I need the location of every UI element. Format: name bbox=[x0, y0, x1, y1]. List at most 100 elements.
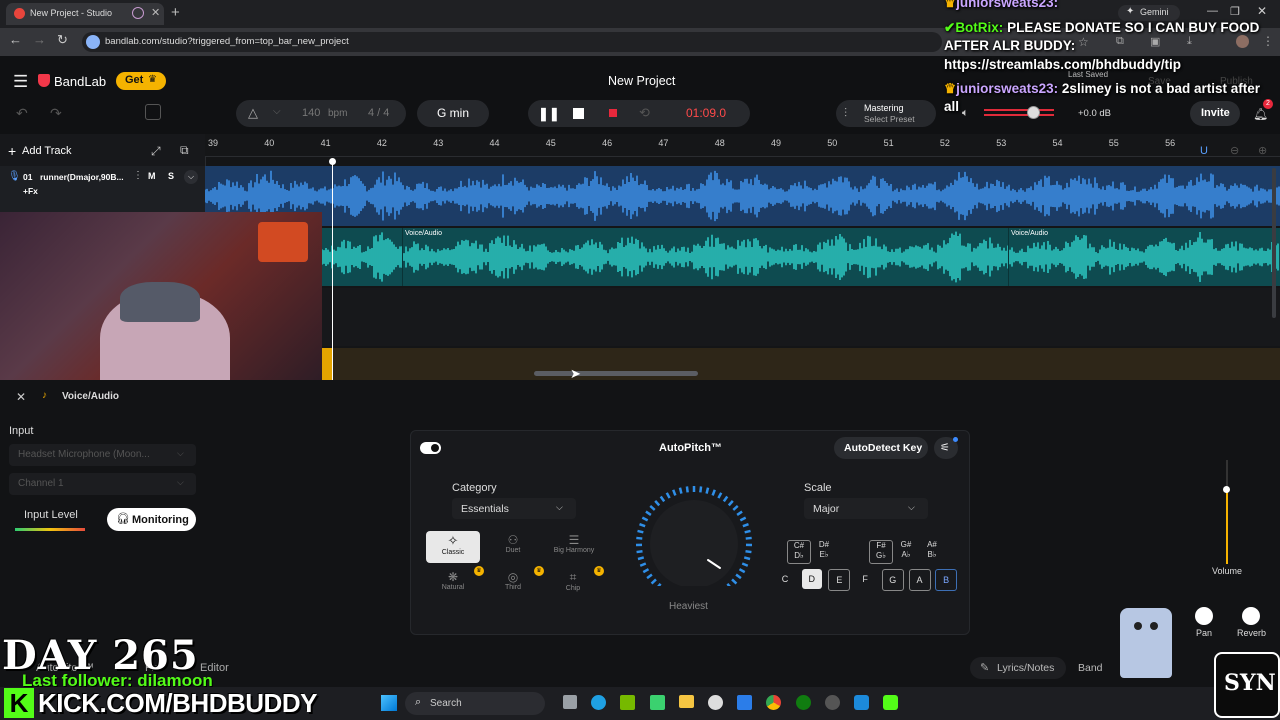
close-panel-icon[interactable]: ✕ bbox=[16, 390, 26, 404]
metronome-icon[interactable]: △ bbox=[248, 105, 258, 121]
solo-button[interactable]: S bbox=[168, 171, 174, 181]
loop-icon[interactable]: ⟲ bbox=[639, 105, 650, 121]
natural-key[interactable]: D bbox=[801, 569, 822, 589]
playhead-handle[interactable] bbox=[329, 158, 336, 165]
minimize-window-icon[interactable]: — bbox=[1207, 5, 1218, 17]
sharp-key[interactable]: D# E♭ bbox=[813, 540, 835, 562]
file-explorer-icon[interactable] bbox=[679, 695, 694, 708]
pan-knob[interactable] bbox=[1195, 607, 1213, 625]
track-fx-button[interactable]: +Fx bbox=[23, 186, 38, 196]
stop-icon[interactable] bbox=[573, 108, 584, 119]
back-icon[interactable]: ← bbox=[9, 32, 22, 47]
sharp-key[interactable]: G# A♭ bbox=[895, 540, 917, 562]
preset-duet[interactable]: ⚇ Duet bbox=[486, 531, 540, 563]
get-membership-button[interactable]: Get ♛ bbox=[116, 72, 166, 90]
redo-icon[interactable]: ↷ bbox=[50, 105, 62, 122]
close-window-icon[interactable]: ✕ bbox=[1257, 4, 1267, 18]
xbox-icon[interactable] bbox=[796, 695, 811, 710]
natural-key[interactable]: G bbox=[881, 569, 904, 591]
volume-thumb[interactable] bbox=[1223, 486, 1230, 493]
hamburger-menu-icon[interactable]: ☰ bbox=[13, 72, 28, 92]
library-icon[interactable] bbox=[145, 104, 161, 120]
taskbar-search[interactable]: ⌕ Search bbox=[405, 692, 545, 715]
sharp-key[interactable]: C# D♭ bbox=[787, 540, 811, 564]
zoom-out-icon[interactable]: ⊖ bbox=[1230, 144, 1239, 157]
store-icon[interactable] bbox=[737, 695, 752, 710]
natural-key[interactable]: F bbox=[855, 569, 875, 589]
natural-key[interactable]: B bbox=[935, 569, 958, 591]
nvidia-icon[interactable] bbox=[620, 695, 635, 710]
clip-handle[interactable] bbox=[322, 348, 332, 380]
vertical-scrollbar[interactable] bbox=[1272, 168, 1276, 318]
project-title[interactable]: New Project bbox=[608, 74, 675, 88]
snap-magnet-icon[interactable]: U bbox=[1200, 145, 1208, 157]
undo-icon[interactable]: ↶ bbox=[16, 105, 28, 122]
autopitch-toggle[interactable] bbox=[420, 442, 441, 454]
reload-icon[interactable]: ↻ bbox=[57, 32, 68, 48]
edge-icon[interactable] bbox=[591, 695, 606, 710]
profile-avatar[interactable] bbox=[1236, 35, 1249, 48]
channel-select[interactable]: Channel 1 ⌵ bbox=[9, 473, 196, 495]
sharp-key[interactable]: A# B♭ bbox=[921, 540, 943, 562]
key-selector[interactable]: G min bbox=[417, 100, 489, 127]
track-lane-3[interactable] bbox=[205, 288, 1280, 346]
maximize-window-icon[interactable]: ❐ bbox=[1230, 5, 1240, 18]
preset-third[interactable]: ◎ Third bbox=[486, 568, 540, 600]
master-volume-thumb[interactable] bbox=[1026, 106, 1040, 119]
bandlab-sounds-button[interactable]: Band bbox=[1078, 662, 1103, 674]
download-icon[interactable]: ⤓ bbox=[1187, 35, 1192, 48]
invite-button[interactable]: Invite bbox=[1190, 101, 1240, 126]
autodetect-key-button[interactable]: AutoDetect Key bbox=[834, 437, 928, 459]
preset-classic[interactable]: ✧ Classic bbox=[426, 531, 480, 563]
kick-app-icon[interactable] bbox=[883, 695, 898, 710]
bookmark-star-icon[interactable]: ☆ bbox=[1078, 35, 1089, 49]
forward-icon[interactable]: → bbox=[33, 32, 46, 47]
windows-start-icon[interactable] bbox=[381, 695, 397, 711]
natural-key[interactable]: E bbox=[828, 569, 851, 591]
notification-bell-icon[interactable]: 🔔︎ bbox=[1253, 107, 1268, 121]
input-device-select[interactable]: Headset Microphone (Moon... ⌵ bbox=[9, 444, 196, 466]
app-icon[interactable] bbox=[854, 695, 869, 710]
natural-key[interactable]: A bbox=[908, 569, 931, 591]
track-lane-1[interactable] bbox=[205, 166, 1280, 226]
timeline-ruler[interactable]: 39 40 41 42 43 44 45 46 47 48 49 50 51 52 53 54 55 56 bbox=[205, 134, 1280, 157]
app-icon[interactable] bbox=[650, 695, 665, 710]
gemini-button[interactable]: ✦ Gemini bbox=[1118, 5, 1180, 21]
monitoring-button[interactable]: 🎧︎ Monitoring bbox=[107, 508, 196, 531]
horizontal-scrollbar[interactable] bbox=[534, 371, 698, 376]
track-lane-4[interactable] bbox=[322, 348, 1280, 380]
mastering-selector[interactable]: ⫶ Mastering Select Preset bbox=[836, 100, 936, 127]
preset-natural[interactable]: ❋ Natural bbox=[426, 568, 480, 600]
track-settings-icon[interactable]: ⧉ bbox=[180, 143, 189, 158]
reverb-knob[interactable] bbox=[1242, 607, 1260, 625]
automation-icon[interactable]: ⤢ bbox=[151, 144, 161, 159]
track-header-1[interactable]: 🎙︎ 01 runner(Dmajor,90B... +Fx ⋮ M S ⌵ bbox=[0, 166, 205, 212]
time-signature[interactable]: 4 / 4 bbox=[368, 107, 389, 119]
url-bar[interactable]: bandlab.com/studio?triggered_from=top_ba… bbox=[82, 32, 942, 52]
sharp-key[interactable]: F# G♭ bbox=[869, 540, 893, 564]
settings-gear-icon[interactable] bbox=[708, 695, 723, 710]
site-info-icon[interactable] bbox=[86, 35, 100, 49]
metronome-dropdown-icon[interactable]: ⌵ bbox=[273, 106, 281, 117]
track-name[interactable]: runner(Dmajor,90B... bbox=[40, 172, 124, 182]
natural-key[interactable]: C bbox=[775, 569, 795, 589]
zoom-in-icon[interactable]: ⊕ bbox=[1258, 144, 1267, 157]
category-select[interactable]: Essentials ⌵ bbox=[452, 498, 576, 519]
obs-icon[interactable] bbox=[825, 695, 840, 710]
close-tab-icon[interactable]: ✕ bbox=[151, 6, 160, 19]
scale-select[interactable]: Major ⌵ bbox=[804, 498, 928, 519]
track-menu-icon[interactable]: ⋮ bbox=[133, 170, 143, 181]
pitch-strength-knob[interactable] bbox=[630, 486, 758, 586]
browser-tab[interactable]: New Project - Studio ✕ bbox=[6, 3, 164, 25]
task-view-icon[interactable] bbox=[563, 695, 577, 709]
master-volume-slider[interactable] bbox=[984, 106, 1054, 119]
playhead[interactable] bbox=[332, 160, 333, 380]
preset-chip[interactable]: ⌗ Chip bbox=[546, 568, 600, 600]
preset-big-harmony[interactable]: ☰ Big Harmony bbox=[546, 531, 602, 563]
autopitch-settings-button[interactable]: ⚟ bbox=[934, 437, 958, 459]
lyrics-notes-button[interactable]: ✎ Lyrics/Notes bbox=[970, 657, 1066, 679]
chrome-icon[interactable] bbox=[766, 695, 781, 710]
browser-menu-icon[interactable]: ⋮ bbox=[1262, 34, 1274, 48]
extensions-icon[interactable]: ⧉ bbox=[1116, 35, 1124, 48]
record-icon[interactable] bbox=[609, 109, 617, 117]
